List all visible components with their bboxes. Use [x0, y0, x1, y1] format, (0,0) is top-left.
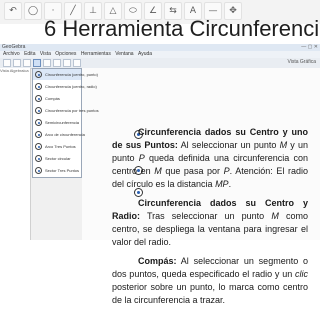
- tool-menu-item[interactable]: Compás: [33, 93, 81, 104]
- tool-menu-item[interactable]: Arco Tres Puntos: [33, 141, 81, 152]
- undo-icon[interactable]: ↶: [4, 2, 22, 20]
- tab-vista-grafica[interactable]: Vista Gráfica: [287, 59, 316, 65]
- arc-icon: [35, 131, 42, 138]
- menu-item-ayuda[interactable]: Ayuda: [138, 51, 152, 57]
- window-controls[interactable]: — ▢ ✕: [301, 44, 318, 51]
- menu-bar: Archivo Edita Vista Opciones Herramienta…: [0, 51, 320, 58]
- window-title: GeoGebra: [2, 44, 26, 50]
- menu-item-archivo[interactable]: Archivo: [3, 51, 20, 57]
- tool-menu-item[interactable]: Sector circular: [33, 153, 81, 164]
- tool-menu-item[interactable]: Circunferencia por tres puntos: [33, 105, 99, 116]
- paragraph-circle-center-point: Circunferencia dados su Centro y uno de …: [112, 127, 309, 189]
- arc-three-points-icon: [35, 143, 42, 150]
- sector-icon: [35, 155, 42, 162]
- conic-tool-icon[interactable]: [53, 59, 61, 67]
- menu-item-herramientas[interactable]: Herramientas: [81, 51, 111, 57]
- menu-item-ventana[interactable]: Ventana: [115, 51, 133, 57]
- circle-tool-menu: Circunferencia (centro, punto) Circunfer…: [32, 68, 99, 178]
- tool-menu-item[interactable]: Circunferencia (centro, radio): [33, 81, 97, 92]
- menu-item-edita[interactable]: Edita: [24, 51, 35, 57]
- paragraph-circle-center-radius: Circunferencia dados su Centro y Radio: …: [112, 198, 309, 247]
- page-title: 6 Herramienta Circunferencia: [44, 16, 320, 41]
- algebra-view: Vista Algebraica: [0, 68, 31, 240]
- circle-center-radius-icon: [35, 83, 42, 90]
- menu-item-vista[interactable]: Vista: [40, 51, 51, 57]
- menu-item-opciones[interactable]: Opciones: [55, 51, 76, 57]
- polygon-tool-icon[interactable]: [43, 59, 51, 67]
- transform-tool-icon[interactable]: [73, 59, 81, 67]
- paragraph-compass: Compás: Al seleccionar un segmento o dos…: [112, 256, 308, 305]
- circle-center-point-icon: [35, 71, 42, 78]
- circle-three-points-icon: [35, 107, 42, 114]
- circle-tool-icon[interactable]: ◯: [24, 2, 42, 20]
- tool-menu-item[interactable]: Sector Tres Puntos: [33, 165, 81, 176]
- algebra-view-label: Vista Algebraica: [0, 68, 29, 73]
- description-text: Circunferencia dados su Centro y uno de …: [112, 126, 308, 313]
- tool-menu-item[interactable]: Semicircunferencia: [33, 117, 81, 128]
- tool-menu-item[interactable]: Arco de circunferencia: [33, 129, 85, 140]
- point-tool-icon[interactable]: [13, 59, 21, 67]
- line-tool-icon[interactable]: [23, 59, 31, 67]
- semicircle-icon: [35, 119, 42, 126]
- sector-three-points-icon: [35, 167, 42, 174]
- circle-tool-icon[interactable]: [33, 59, 41, 67]
- angle-tool-icon[interactable]: [63, 59, 71, 67]
- move-tool-icon[interactable]: [3, 59, 11, 67]
- compass-icon: [35, 95, 42, 102]
- tool-menu-item[interactable]: Circunferencia (centro, punto): [33, 69, 98, 80]
- window-titlebar: GeoGebra — ▢ ✕: [0, 44, 320, 51]
